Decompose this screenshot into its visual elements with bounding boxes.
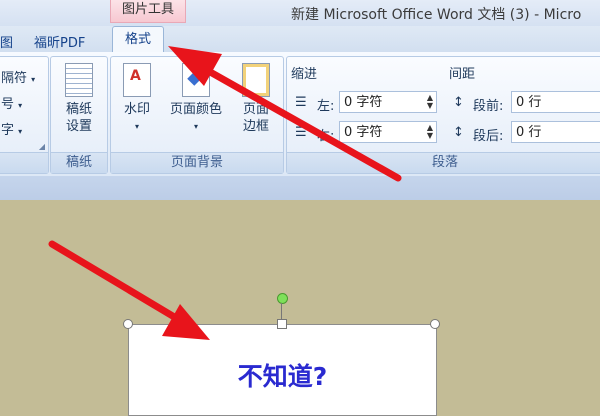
indent-right-label: 右: — [317, 129, 335, 144]
spacing-after-value: 0 行 — [516, 125, 542, 140]
ruler-band — [0, 176, 600, 201]
page-color-button[interactable]: 页面颜色 ▾ — [163, 63, 229, 135]
page-background-group-label: 页面背景 — [111, 152, 283, 173]
indent-right-spinner-icon[interactable]: ▲ ▼ — [427, 124, 433, 140]
page-color-label: 页面颜色 — [169, 102, 222, 117]
spacing-before-input[interactable]: 0 行 — [511, 91, 600, 113]
paragraph-group-label: 段落 — [287, 152, 600, 173]
indent-left-label: 左: — [317, 99, 335, 114]
dialog-launcher-icon[interactable]: ◢ — [39, 142, 45, 151]
page-background-group: A 水印 ▾ 页面颜色 ▾ 页面 边框 页面背景 — [110, 56, 284, 174]
picture-tools-context-tab: 图片工具 — [110, 0, 186, 23]
page-borders-icon — [242, 63, 270, 97]
indent-left-input[interactable]: 0 字符 ▲ ▼ — [339, 91, 437, 113]
manuscript-button-label-1: 稿纸 — [65, 102, 92, 117]
watermark-label: 水印 — [123, 102, 150, 117]
spacing-before-label: 段前: — [473, 99, 504, 114]
tab-format[interactable]: 格式 — [112, 26, 165, 53]
page-color-dropdown-icon: ▾ — [193, 122, 198, 131]
selected-textbox[interactable]: 不知道? — [128, 324, 437, 416]
indent-left-spinner-icon[interactable]: ▲ ▼ — [427, 94, 433, 110]
indent-left-value: 0 字符 — [344, 95, 383, 110]
ribbon: 隔符 ▾ 号 ▾ 字 ▾ ◢ 稿纸 设置 稿纸 A 水印 ▾ 页面颜色 ▾ 页面… — [0, 52, 600, 177]
manuscript-settings-button[interactable]: 稿纸 设置 — [55, 63, 103, 135]
tab-partial-left[interactable]: 图 — [0, 32, 13, 51]
manuscript-group-label: 稿纸 — [51, 152, 107, 173]
rotation-handle[interactable] — [277, 293, 288, 304]
page-color-icon — [182, 63, 210, 97]
paragraph-group: 缩进 间距 ☰ 左: 0 字符 ▲ ▼ ☰ 右: 0 字符 ▲ ▼ ↕ 段前: 0 … — [286, 56, 600, 174]
manuscript-group: 稿纸 设置 稿纸 — [50, 56, 108, 174]
watermark-button[interactable]: A 水印 ▾ — [117, 63, 157, 135]
indent-heading: 缩进 — [291, 67, 318, 82]
line-numbers-button[interactable]: 号 ▾ — [1, 93, 22, 112]
title-bar: 图片工具 新建 Microsoft Office Word 文档 (3) - M… — [0, 0, 600, 26]
resize-handle-top-left[interactable] — [123, 319, 133, 329]
spacing-heading: 间距 — [449, 67, 476, 82]
ribbon-tab-row: 图 福昕PDF 格式 — [0, 26, 600, 78]
spacing-before-icon: ↕ — [453, 95, 464, 110]
manuscript-grid-icon — [65, 63, 93, 97]
page-setup-group: 隔符 ▾ 号 ▾ 字 ▾ ◢ — [0, 56, 49, 174]
spacing-after-label: 段后: — [473, 129, 504, 144]
textbox-text: 不知道? — [237, 362, 328, 391]
watermark-dropdown-icon: ▾ — [134, 122, 139, 131]
hyphenation-button[interactable]: 字 ▾ — [1, 119, 22, 138]
spacing-after-icon: ↕ — [453, 125, 464, 140]
tab-foxit-pdf[interactable]: 福昕PDF — [34, 32, 85, 51]
page-borders-button[interactable]: 页面 边框 — [235, 63, 277, 135]
spacing-after-input[interactable]: 0 行 — [511, 121, 600, 143]
watermark-icon: A — [123, 63, 151, 97]
window-title: 新建 Microsoft Office Word 文档 (3) - Micro — [291, 7, 582, 23]
manuscript-button-label-2: 设置 — [65, 119, 92, 134]
indent-right-input[interactable]: 0 字符 ▲ ▼ — [339, 121, 437, 143]
spacing-before-value: 0 行 — [516, 95, 542, 110]
indent-right-value: 0 字符 — [344, 125, 383, 140]
resize-handle-top-center[interactable] — [277, 319, 287, 329]
breaks-button[interactable]: 隔符 ▾ — [1, 67, 35, 86]
page-borders-label-2: 边框 — [242, 119, 269, 134]
page-setup-group-label — [0, 152, 48, 173]
indent-right-icon: ☰ — [295, 125, 307, 140]
page-borders-label-1: 页面 — [242, 102, 269, 117]
resize-handle-top-right[interactable] — [430, 319, 440, 329]
indent-left-icon: ☰ — [295, 95, 307, 110]
